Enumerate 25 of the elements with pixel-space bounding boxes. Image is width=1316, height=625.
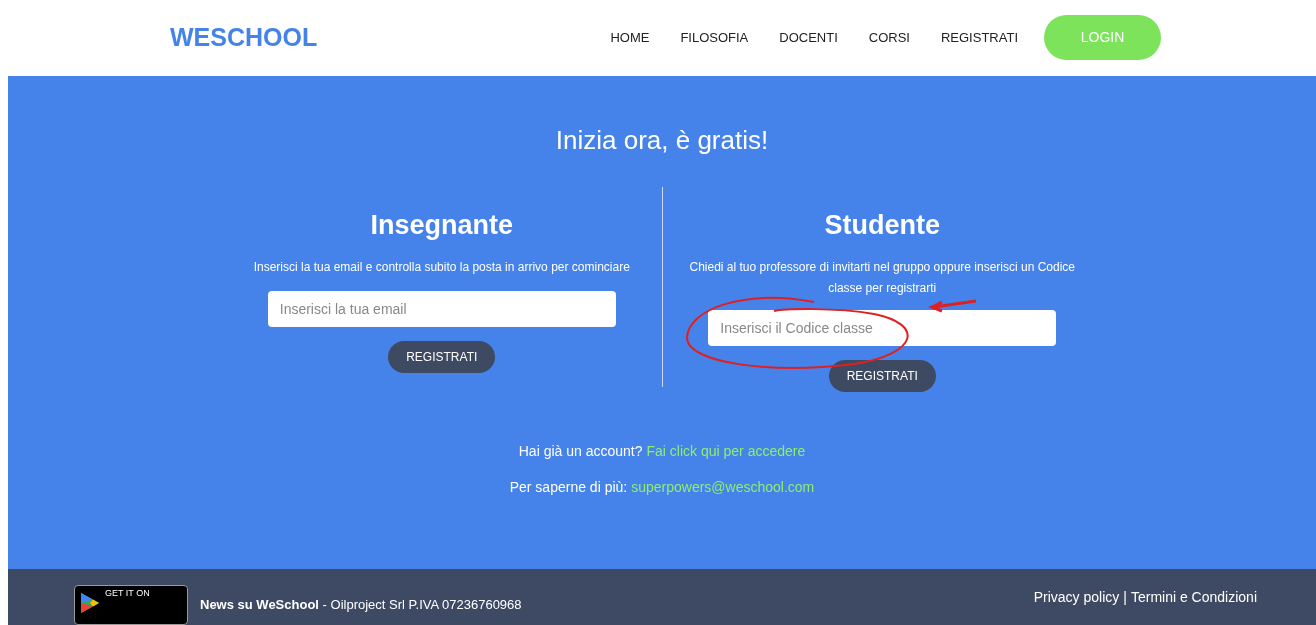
footer-news-text: News su WeSchool - Oilproject Srl P.IVA 07236760968 bbox=[200, 597, 522, 612]
nav-link[interactable]: HOME bbox=[610, 28, 650, 48]
account-text: Hai già un account? bbox=[518, 442, 643, 462]
separator-text: | bbox=[1123, 588, 1127, 607]
arrow-mark bbox=[927, 299, 977, 313]
nav-link[interactable]: REGISTRATI bbox=[940, 28, 1018, 48]
terms-link[interactable]: Termini e Condizioni bbox=[1130, 587, 1257, 608]
panel-description: Chiedi al tuo professore di invitarti nel gruppo oppure inserisci un Codice classe per registrarti bbox=[688, 259, 1076, 298]
input-field[interactable]: Inserisci il Codice classe bbox=[708, 310, 1057, 347]
register-button[interactable]: REGISTRATI bbox=[828, 360, 936, 393]
google-play-badge[interactable]: GET IT ON bbox=[74, 585, 188, 625]
register-button[interactable]: REGISTRATI bbox=[388, 341, 496, 374]
privacy-link[interactable]: Privacy policy bbox=[1033, 587, 1120, 608]
panel-title: Insegnante bbox=[370, 208, 513, 242]
info-text: Per saperne di più: bbox=[509, 478, 628, 498]
logo[interactable]: WESCHOOL bbox=[170, 19, 318, 57]
panel-title: Studente bbox=[824, 208, 940, 242]
nav-link[interactable]: FILOSOFIA bbox=[680, 28, 749, 48]
nav-link[interactable]: DOCENTI bbox=[779, 28, 838, 48]
panel-description: Inserisci la tua email e controlla subito la posta in arrivo per cominciare bbox=[252, 259, 631, 277]
hero-title: Inizia ora, è gratis! bbox=[555, 123, 769, 157]
badge-caption: GET IT ON bbox=[105, 589, 150, 598]
nav-link[interactable]: CORSI bbox=[868, 28, 910, 48]
play-icon bbox=[81, 593, 99, 613]
input-field[interactable]: Inserisci la tua email bbox=[267, 291, 616, 328]
